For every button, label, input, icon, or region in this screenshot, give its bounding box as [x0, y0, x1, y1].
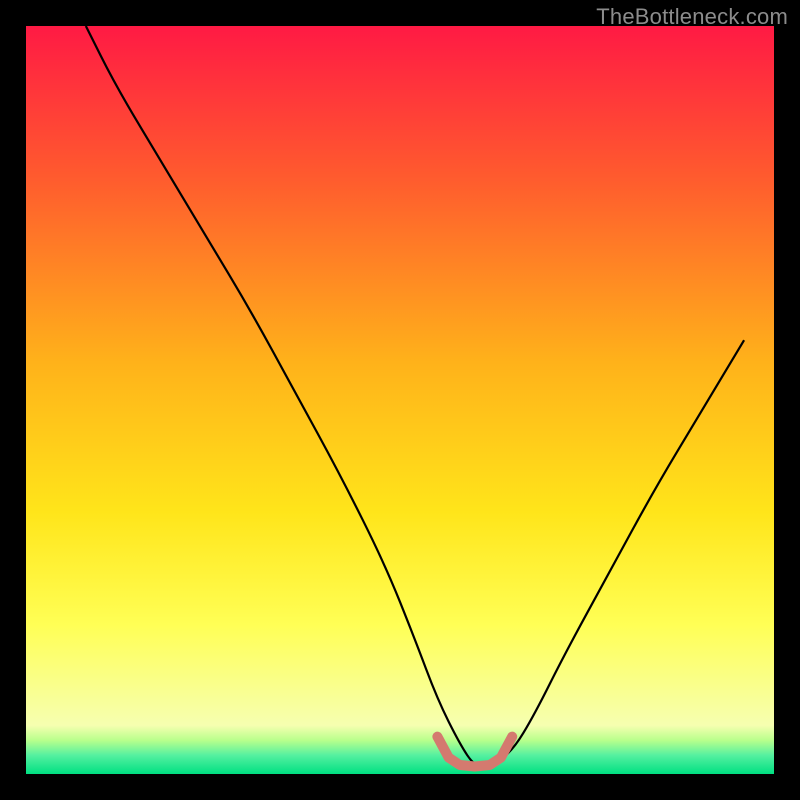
watermark-text: TheBottleneck.com	[596, 4, 788, 30]
chart-container: TheBottleneck.com	[0, 0, 800, 800]
plot-area	[26, 26, 774, 774]
chart-svg	[0, 0, 800, 800]
plot-background	[26, 26, 774, 774]
